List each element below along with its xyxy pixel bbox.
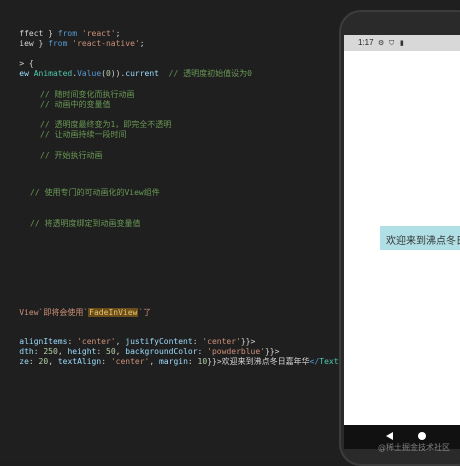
code-line-style-text: ze: 20, textAlign: 'center', margin: 10}… xyxy=(19,357,343,366)
search-highlight: FadeInView xyxy=(88,308,139,317)
greeting-text: 欢迎来到沸点冬日嘉年华 xyxy=(386,236,460,247)
code-comment: // 让动画持续一段时间 xyxy=(40,130,127,139)
code-comment: // 使用专门的可动画化的View组件 xyxy=(30,188,160,197)
code-comment: // 透明度最终变为1，即完全不透明 xyxy=(40,120,172,129)
watermark: @稀土掘金技术社区 xyxy=(378,443,450,452)
fade-in-view: 欢迎来到沸点冬日嘉年华 xyxy=(380,226,460,250)
code-comment: // 将透明度绑定到动画变量值 xyxy=(30,219,141,228)
code-comment: // 开始执行动画 xyxy=(40,151,103,160)
code-comment: // 随时间变化而执行动画 xyxy=(40,90,135,99)
back-icon[interactable] xyxy=(386,432,393,440)
code-line-animated-value: ew Animated.Value(0)).current // 透明度初始值设… xyxy=(19,69,252,78)
status-time: 1:17 xyxy=(358,38,374,47)
settings-icon: ⚙ xyxy=(378,39,385,47)
code-comment: // 动画中的变量值 xyxy=(40,100,111,109)
home-icon[interactable] xyxy=(418,432,426,440)
sd-card-icon: ▮ xyxy=(400,39,404,47)
shield-icon: ⛉ xyxy=(389,39,395,47)
code-line-fadeinview: View`即将会使用`FadeInView`了 xyxy=(19,308,152,317)
